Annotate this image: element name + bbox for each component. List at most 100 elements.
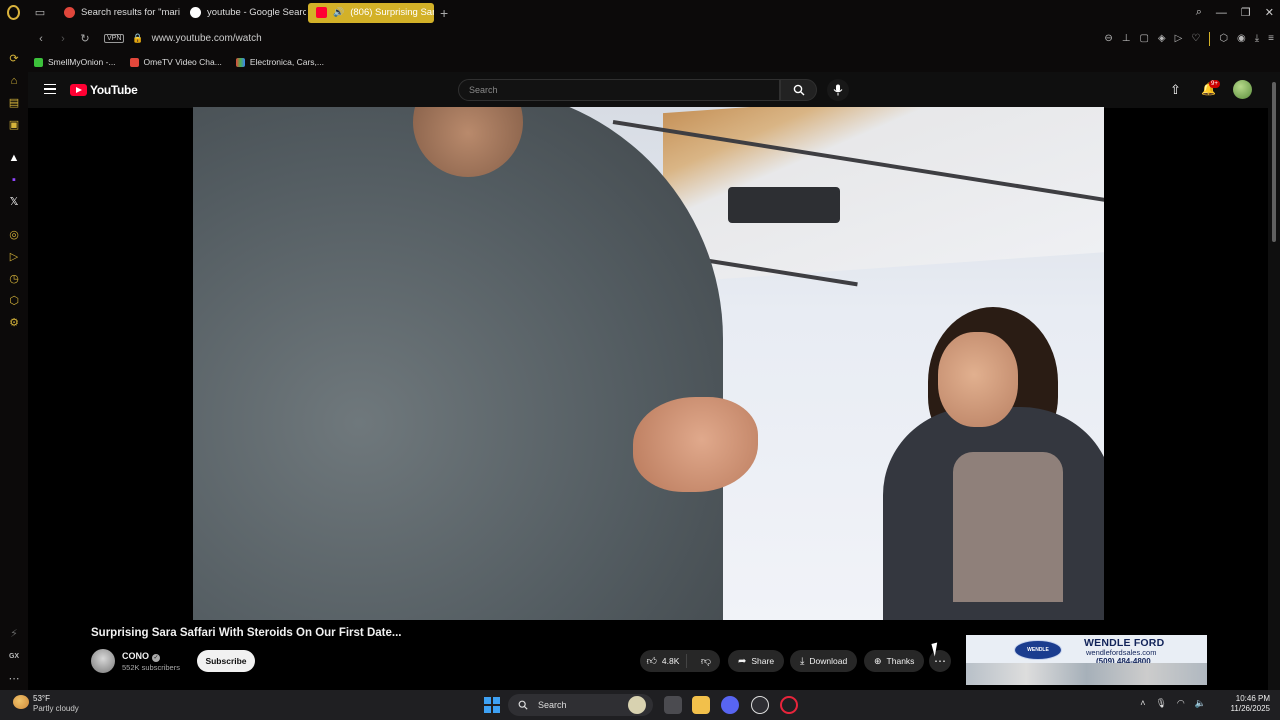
youtube-wordmark: YouTube <box>90 83 138 97</box>
easy-setup-icon[interactable]: ≡ <box>1268 33 1274 44</box>
share-button[interactable]: ➦ Share <box>728 650 785 672</box>
start-button[interactable] <box>484 697 500 713</box>
zoom-icon[interactable]: ⊖ <box>1104 33 1112 44</box>
maximize-button[interactable]: ❐ <box>1241 6 1251 19</box>
bookmark-item[interactable]: OmeTV Video Cha... <box>129 57 222 67</box>
subscribe-button[interactable]: Subscribe <box>197 650 255 672</box>
dislike-button[interactable]: 👎︎ <box>692 655 720 667</box>
tab-label: Search results for "mario <box>81 7 180 18</box>
search-tabs-icon[interactable]: ⌕ <box>1196 6 1202 19</box>
account-avatar[interactable] <box>1233 80 1252 99</box>
vpn-badge[interactable]: VPN <box>104 34 125 43</box>
youtube-logo[interactable]: YouTube <box>70 83 138 97</box>
heart-icon[interactable]: ♡ <box>1191 33 1200 44</box>
tab-search-results[interactable]: Search results for "mario <box>56 3 180 23</box>
youtube-header: YouTube Search ⇧ 🔔 9+ <box>28 72 1268 108</box>
arc-icon[interactable]: ▲ <box>7 151 21 165</box>
menu-icon[interactable] <box>44 84 56 94</box>
downloads-icon[interactable]: ⤓ <box>1255 33 1259 44</box>
verified-check-icon: ✓ <box>152 654 160 662</box>
search-button[interactable] <box>780 79 817 101</box>
clock-date[interactable]: 11/26/2025 <box>1231 704 1270 713</box>
speaker-icon[interactable]: 🔊 <box>333 7 344 18</box>
more-sidebar-icon[interactable]: ⋯ <box>7 672 21 686</box>
extensions-toolbar-icon[interactable]: ⬡ <box>1219 33 1228 44</box>
account-icon[interactable]: ◉ <box>1237 33 1246 44</box>
opera-gx-taskbar-icon[interactable] <box>780 696 798 714</box>
scrollbar-thumb[interactable] <box>1272 82 1276 242</box>
settings-icon[interactable]: ⚙ <box>7 316 21 330</box>
video-title: Surprising Sara Saffari With Steroids On… <box>91 627 402 639</box>
task-view-icon[interactable] <box>664 696 682 714</box>
ad-brand-logo: WENDLE <box>1014 640 1062 660</box>
back-button[interactable]: ‹ <box>32 33 50 45</box>
minimize-button[interactable]: — <box>1216 7 1227 19</box>
tab-google-search[interactable]: youtube - Google Search <box>182 3 306 23</box>
download-button[interactable]: ⤓ Download <box>790 650 858 672</box>
share-label: Share <box>751 656 775 666</box>
microphone-icon <box>833 84 843 96</box>
chevron-up-icon[interactable]: ˄ <box>1140 698 1145 709</box>
gx-control-icon[interactable]: ⚡ <box>7 627 21 641</box>
wifi-icon[interactable]: ◠ <box>1177 698 1185 709</box>
page-scrollbar[interactable] <box>1268 72 1280 690</box>
bookmark-item[interactable]: Electronica, Cars,... <box>235 57 324 67</box>
player-icon[interactable]: ◎ <box>7 228 21 242</box>
x-icon[interactable]: 𝕏 <box>7 195 21 209</box>
news-icon[interactable]: ▤ <box>7 96 21 110</box>
send-icon[interactable]: ▷ <box>1175 33 1183 44</box>
thanks-button[interactable]: ⊕ Thanks <box>864 650 925 672</box>
gx-corner-icon[interactable]: GX <box>7 650 21 664</box>
forward-button[interactable]: › <box>54 33 72 45</box>
video-scene-hand <box>633 397 758 492</box>
sidebar-ad[interactable]: WENDLE WENDLE FORD wendlefordsales.com (… <box>966 635 1207 685</box>
search-highlight-icon[interactable] <box>628 696 646 714</box>
microphone-tray-icon[interactable]: 🎙 <box>1155 698 1166 709</box>
video-player[interactable] <box>193 107 1104 620</box>
weather-temperature[interactable]: 53°F <box>33 694 50 703</box>
channel-name[interactable]: CONO ✓ <box>122 651 160 662</box>
chatgpt-icon[interactable] <box>751 696 769 714</box>
channel-avatar[interactable] <box>91 649 115 673</box>
share-icon: ➦ <box>738 655 747 667</box>
opera-menu-icon[interactable] <box>0 0 26 25</box>
voice-search-button[interactable] <box>827 79 849 101</box>
lock-icon[interactable]: 🔒 <box>132 33 143 44</box>
history-icon[interactable]: ◷ <box>7 272 21 286</box>
new-tab-button[interactable]: + <box>440 5 448 21</box>
discord-icon[interactable] <box>721 696 739 714</box>
search-input[interactable]: Search <box>458 79 780 101</box>
bag-icon[interactable]: ⌂ <box>7 74 21 88</box>
opera-gx-favicon-icon <box>64 7 75 18</box>
volume-icon[interactable]: 🔈 <box>1195 698 1206 709</box>
workspaces-icon[interactable]: ▭ <box>26 0 54 25</box>
thanks-icon: ⊕ <box>874 655 882 666</box>
like-button[interactable]: 👍︎ 4.8K <box>640 654 687 668</box>
play-icon[interactable]: ▷ <box>7 250 21 264</box>
close-button[interactable]: ✕ <box>1265 6 1274 19</box>
shield-icon[interactable]: ◈ <box>1158 33 1166 44</box>
browser-tab-bar: ▭ Search results for "mario youtube - Go… <box>0 0 1280 25</box>
snapshot-icon[interactable]: ▢ <box>1139 33 1148 44</box>
tab-youtube-active[interactable]: 🔊 (806) Surprising Sara <box>308 2 434 23</box>
create-upload-icon[interactable]: ⇧ <box>1170 82 1181 98</box>
address-tools: ⊖ ⊥ ▢ ◈ ▷ ♡ ⬡ ◉ ⤓ ≡ <box>1104 25 1274 52</box>
reload-button[interactable]: ↻ <box>76 32 94 45</box>
search-icon <box>518 700 528 710</box>
pin-icon[interactable]: ⊥ <box>1122 33 1131 44</box>
extensions-icon[interactable]: ⬡ <box>7 294 21 308</box>
bookmark-item[interactable]: SmellMyOnion -... <box>34 57 116 67</box>
bookmarks-bar: SmellMyOnion -... OmeTV Video Cha... Ele… <box>28 52 1280 72</box>
weather-description[interactable]: Partly cloudy <box>33 704 79 713</box>
url-field[interactable]: www.youtube.com/watch <box>152 33 262 44</box>
search-icon <box>793 84 804 96</box>
weather-icon[interactable] <box>13 695 29 709</box>
reload-icon[interactable]: ⟳ <box>7 52 21 66</box>
file-explorer-icon[interactable] <box>692 696 710 714</box>
clock-time[interactable]: 10:46 PM <box>1236 694 1270 703</box>
messenger-icon[interactable]: ▣ <box>7 118 21 132</box>
toolbar-divider <box>1209 31 1211 46</box>
twitch-icon[interactable]: ▪ <box>7 173 21 187</box>
window-controls: ⌕ — ❐ ✕ <box>1196 0 1274 25</box>
taskbar-search-label: Search <box>538 700 567 710</box>
